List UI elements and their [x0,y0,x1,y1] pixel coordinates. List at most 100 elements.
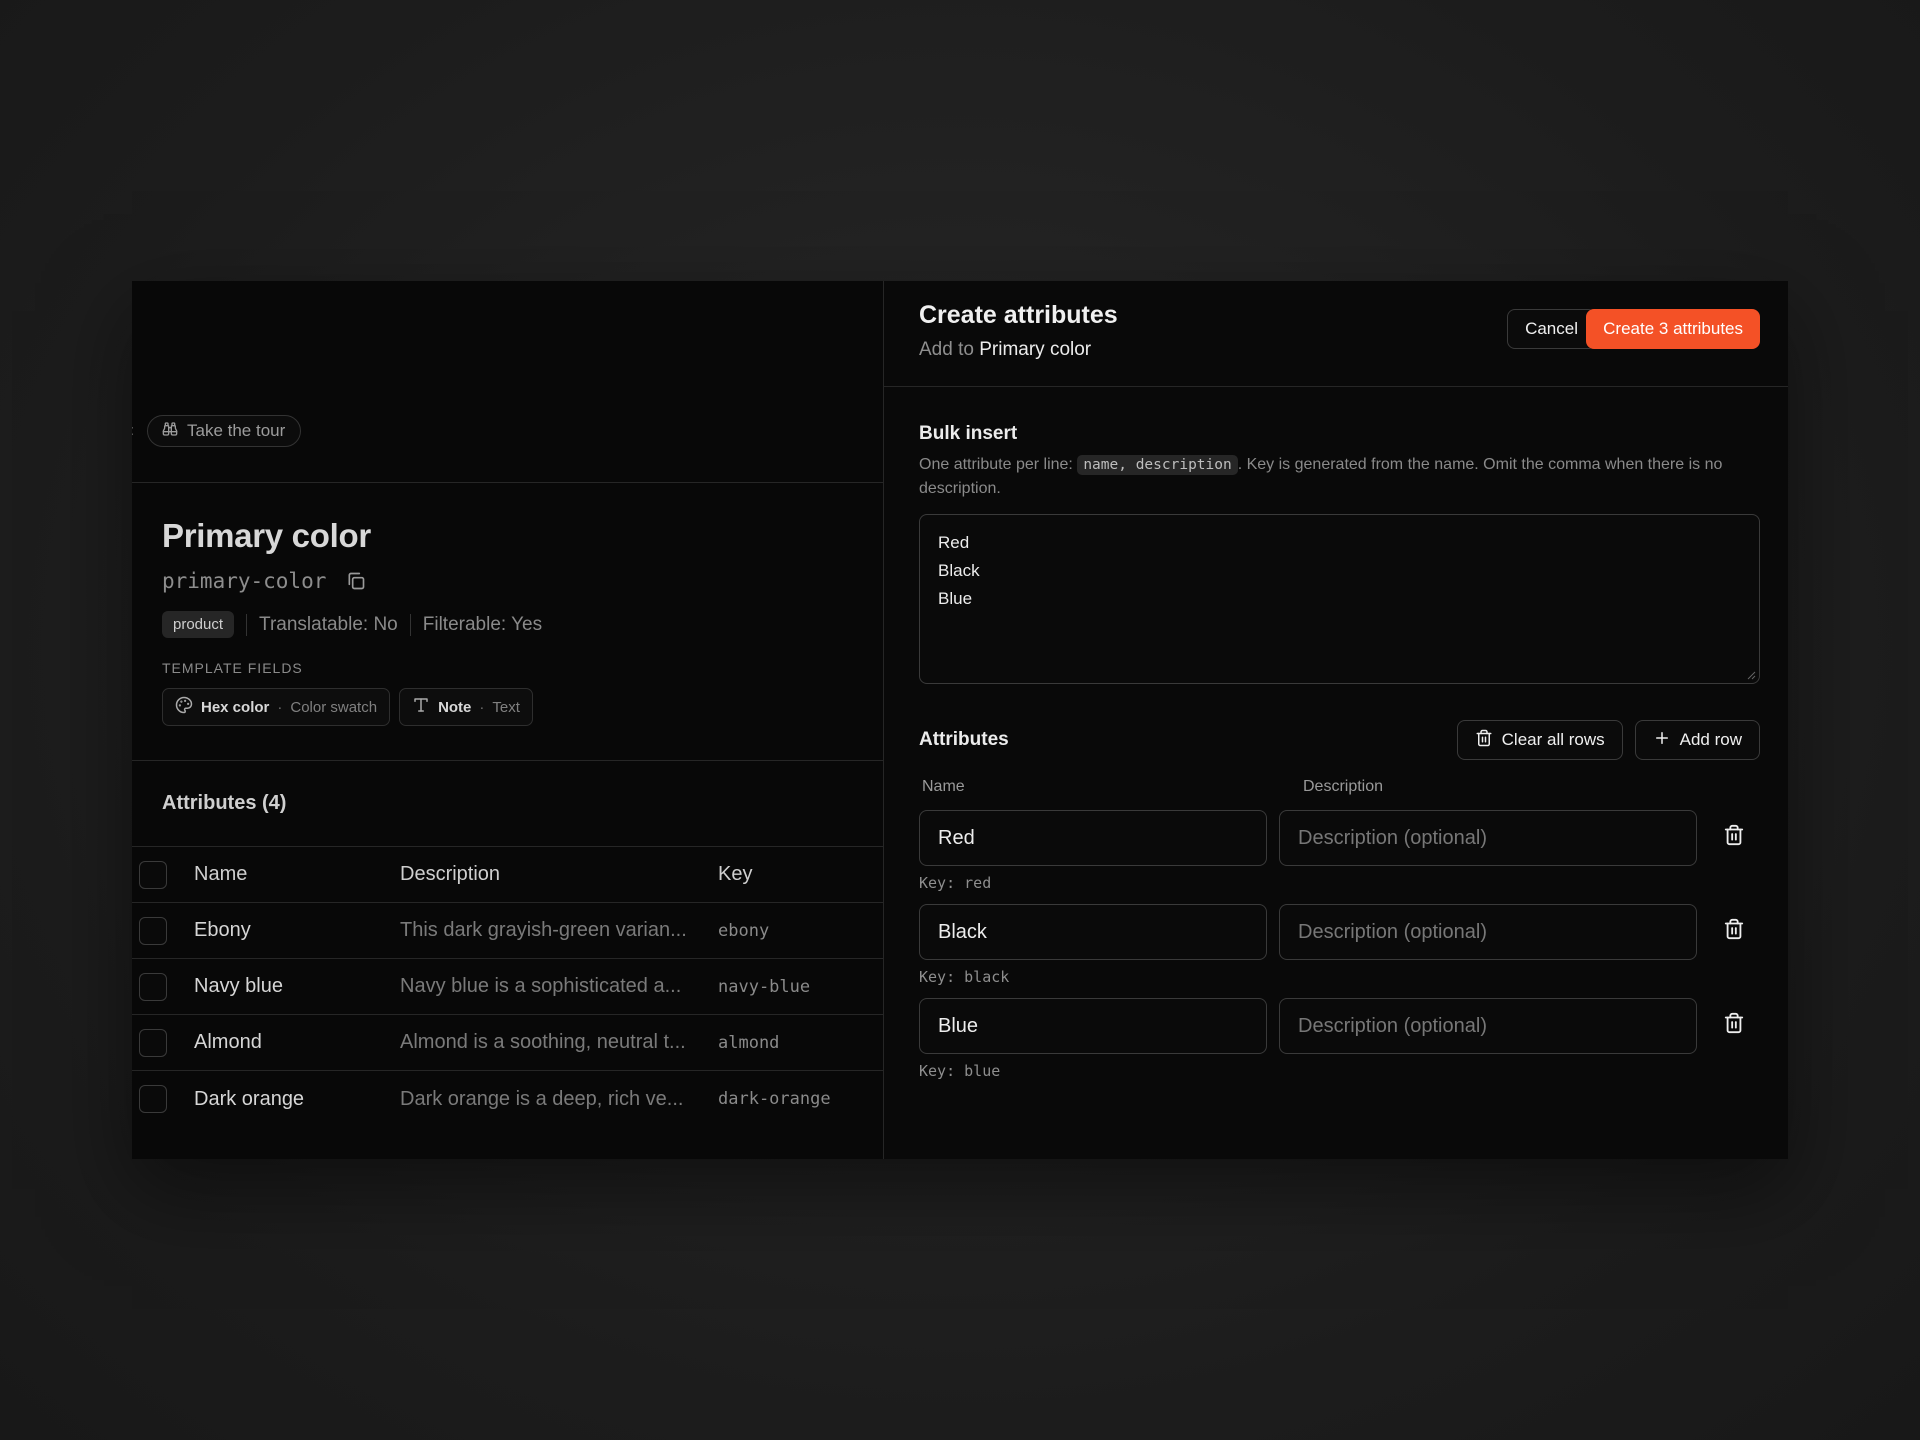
key-prefix: Key: [919,874,956,892]
row-checkbox[interactable] [139,916,167,945]
bulk-insert-title: Bulk insert [919,423,1018,444]
attribute-title: Primary color [162,517,371,554]
attribute-key: Key: red [919,874,1760,892]
column-header-description[interactable]: Description [400,863,718,886]
row-checkbox[interactable] [139,972,167,1001]
table-row[interactable]: Ebony This dark grayish-green varian... … [132,903,883,959]
translatable-status: Translatable: No [259,613,398,635]
attribute-description-input[interactable]: Description (optional) [1279,998,1697,1054]
trash-icon[interactable] [1723,822,1745,848]
select-all-checkbox[interactable] [139,860,167,889]
scope-badge: product [162,611,235,638]
row-description: Almond is a soothing, neutral t... [400,1031,686,1053]
create-attributes-button[interactable]: Create 3 attributes [1586,309,1760,349]
attribute-column-headers: Name Description [919,778,1760,796]
plus-icon [1653,729,1671,752]
take-tour-button[interactable]: Take the tour [147,415,302,447]
divider [409,613,411,636]
attribute-details: Primary color primary-color product Tran… [132,483,883,761]
filterable-status: Filterable: Yes [422,613,543,635]
attributes-table: Name Description Key Ebony This dark gra… [132,847,883,1127]
row-description: Navy blue is a sophisticated a... [400,975,682,997]
separator-dot: · [479,698,485,716]
column-header-description: Description [1303,778,1384,795]
palette-icon [175,696,193,718]
row-name: Dark orange [194,1087,305,1110]
subtitle-target: Primary color [979,339,1092,360]
trash-icon[interactable] [1723,916,1745,942]
cancel-button[interactable]: Cancel [1507,309,1596,349]
key-value: black [964,968,1010,986]
create-attributes-dialog: Create attributes Add to Primary color C… [884,281,1788,1159]
attribute-name-input[interactable]: Red [919,810,1267,866]
attribute-description-input[interactable]: Description (optional) [1279,904,1697,960]
template-field-chip[interactable]: Note · Text [399,688,533,726]
attribute-description-input[interactable]: Description (optional) [1279,810,1697,866]
table-row[interactable]: Navy blue Navy blue is a sophisticated a… [132,959,883,1015]
template-field-name: Hex color [201,698,270,716]
separator-dot: · [277,698,283,716]
row-key: dark-orange [718,1089,831,1109]
row-name: Almond [194,1031,262,1053]
row-name: Ebony [194,919,251,941]
template-fields-label: TEMPLATE FIELDS [162,660,303,676]
template-field-name: Note [438,698,472,716]
app-frame: : Take the tour Primary color primary-co… [132,281,1788,1159]
attribute-slug: primary-color [162,569,327,593]
table-header: Name Description Key [132,847,883,903]
key-prefix: Key: [919,968,956,986]
add-row-button[interactable]: Add row [1634,720,1760,760]
row-key: navy-blue [718,976,811,997]
bulk-line: Black [938,561,980,580]
attribute-key: Key: black [919,968,1760,986]
row-key: ebony [718,920,770,941]
bulk-insert-textarea[interactable]: Red Black Blue [919,514,1760,684]
column-header-key[interactable]: Key [718,863,752,886]
left-toolbar: : Take the tour [132,281,883,483]
attribute-name-input[interactable]: Blue [919,998,1267,1054]
attributes-count-heading: Attributes (4) [132,761,883,847]
row-description: This dark grayish-green varian... [400,919,687,941]
attribute-row: Blue Description (optional) Key: blue [919,998,1760,1080]
template-field-chip[interactable]: Hex color · Color swatch [162,688,391,726]
attribute-name-input[interactable]: Black [919,904,1267,960]
resize-handle-icon[interactable] [1746,670,1756,680]
bulk-insert-help: One attribute per line: name, descriptio… [919,453,1760,500]
attribute-key: Key: blue [919,1062,1760,1080]
add-row-label: Add row [1679,730,1742,749]
attribute-row: Black Description (optional) Key: black [919,904,1760,986]
key-prefix: Key: [919,1062,956,1080]
template-field-type: Color swatch [290,698,378,716]
column-header-name[interactable]: Name [194,863,400,886]
key-value: red [964,874,992,892]
text-type-icon [412,696,430,718]
row-name: Navy blue [194,975,283,997]
row-checkbox[interactable] [139,1085,167,1113]
attributes-toolbar: Attributes Clear all rows Add row [919,720,1760,760]
key-value: blue [964,1062,1001,1080]
column-header-name: Name [922,778,965,795]
trash-icon [1475,729,1493,752]
attribute-row: Red Description (optional) Key: red [919,810,1760,892]
bulk-line: Blue [938,589,973,608]
subtitle-prefix: Add to [919,339,974,360]
help-code: name, description [1077,455,1238,475]
help-prefix: One attribute per line: [919,456,1078,473]
copy-icon[interactable] [346,571,366,591]
row-checkbox[interactable] [139,1028,167,1057]
row-key: almond [718,1032,780,1053]
table-row[interactable]: Dark orange Dark orange is a deep, rich … [132,1071,883,1127]
template-field-type: Text [492,698,520,716]
truncated-toolbar-item: : [132,422,134,439]
attributes-section-title: Attributes [919,729,1009,750]
trash-icon[interactable] [1723,1010,1745,1036]
dialog-body: Bulk insert One attribute per line: name… [884,387,1788,1080]
clear-all-rows-label: Clear all rows [1501,730,1605,749]
binoculars-icon [162,421,178,442]
dialog-header: Create attributes Add to Primary color C… [884,281,1788,387]
table-row[interactable]: Almond Almond is a soothing, neutral t..… [132,1015,883,1071]
attribute-detail-panel: : Take the tour Primary color primary-co… [132,281,884,1159]
row-description: Dark orange is a deep, rich ve... [400,1087,684,1110]
clear-all-rows-button[interactable]: Clear all rows [1456,720,1623,760]
divider [246,613,248,636]
